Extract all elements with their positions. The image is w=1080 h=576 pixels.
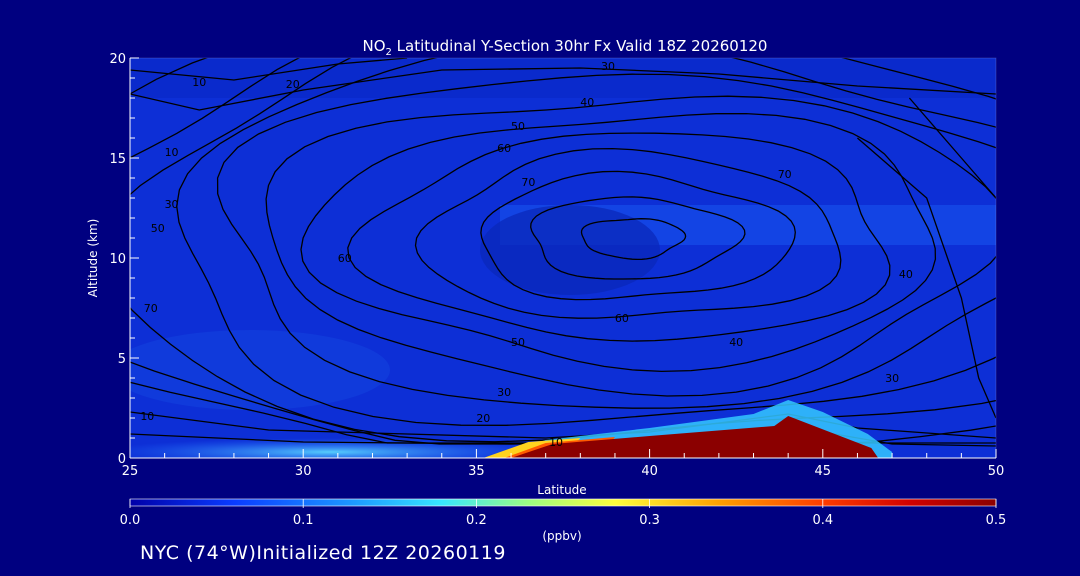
x-tick-label: 35 xyxy=(468,464,485,479)
y-tick-label: 5 xyxy=(118,352,126,367)
contour-label: 40 xyxy=(580,96,594,109)
x-tick-label: 30 xyxy=(295,464,312,479)
contour-label: 20 xyxy=(286,78,300,91)
chart-title: NO2 Latitudinal Y-Section 30hr Fx Valid … xyxy=(363,37,768,58)
contour-label: 10 xyxy=(140,410,154,423)
contour-label: 60 xyxy=(338,252,352,265)
colorbar-tick-label: 0.0 xyxy=(120,513,141,528)
contour-label: 30 xyxy=(497,386,511,399)
no2-cross-section-chart: NO2 Latitudinal Y-Section 30hr Fx Valid … xyxy=(86,37,1007,543)
contour-label: 20 xyxy=(476,412,490,425)
contour-label: 70 xyxy=(144,302,158,315)
x-tick-label: 45 xyxy=(815,464,832,479)
contour-label: 60 xyxy=(497,142,511,155)
contour-label: 50 xyxy=(511,120,525,133)
y-tick-label: 20 xyxy=(109,52,126,67)
colorbar-tick-label: 0.2 xyxy=(466,513,487,528)
colorbar-tick-label: 0.1 xyxy=(293,513,314,528)
contour-label: 40 xyxy=(899,268,913,281)
contour-label: 50 xyxy=(511,336,525,349)
contour-label: 30 xyxy=(885,372,899,385)
y-tick-label: 10 xyxy=(109,252,126,267)
contour-label: 10 xyxy=(192,76,206,89)
colorbar-tick-label: 0.3 xyxy=(639,513,660,528)
contour-label: 60 xyxy=(615,312,629,325)
chart-title-rest: Latitudinal Y-Section 30hr Fx Valid 18Z … xyxy=(392,37,768,55)
contour-label: 10 xyxy=(165,146,179,159)
x-axis-label: Latitude xyxy=(537,483,586,497)
x-tick-label: 50 xyxy=(988,464,1005,479)
chart-title-no: NO xyxy=(363,37,386,55)
colorbar-tick-label: 0.4 xyxy=(812,513,833,528)
y-tick-label: 0 xyxy=(118,452,126,467)
y-tick-label: 15 xyxy=(109,152,126,167)
contour-label: 30 xyxy=(165,198,179,211)
plot-area: 10 20304050607010305060706050 403020101070… xyxy=(130,58,996,458)
contour-label: 50 xyxy=(151,222,165,235)
run-info-footer: NYC (74°W)Initialized 12Z 20260119 xyxy=(140,542,506,564)
x-tick-label: 40 xyxy=(641,464,658,479)
contour-label: 10 xyxy=(549,436,563,449)
y-axis-label: Altitude (km) xyxy=(86,219,100,298)
contour-label: 70 xyxy=(778,168,792,181)
contour-label: 70 xyxy=(521,176,535,189)
contour-label: 40 xyxy=(729,336,743,349)
colorbar-unit: (ppbv) xyxy=(542,529,581,543)
colorbar xyxy=(129,498,997,507)
colorbar-tick-label: 0.5 xyxy=(986,513,1007,528)
contour-label: 30 xyxy=(601,60,615,73)
